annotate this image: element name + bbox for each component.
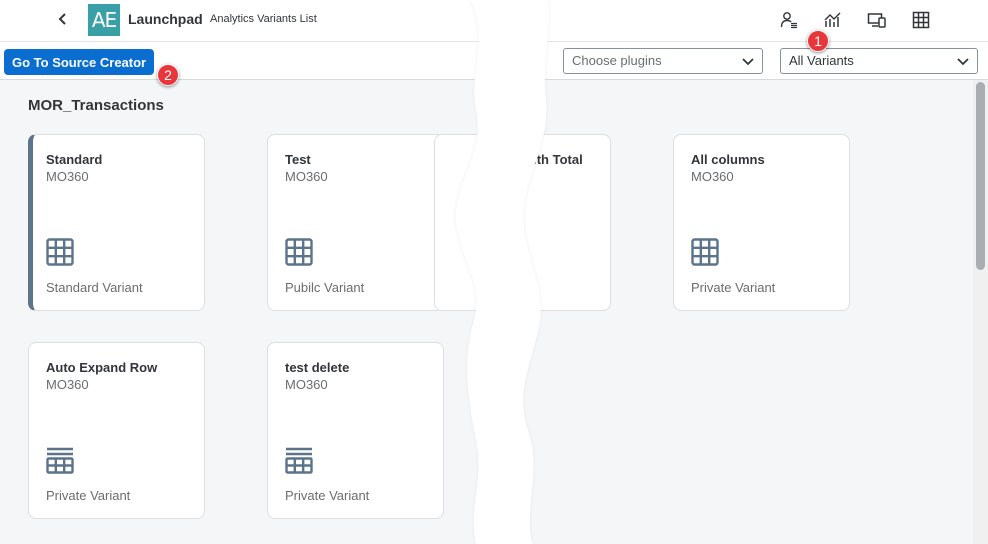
vertical-scrollbar[interactable]	[973, 80, 988, 544]
section-title: MOR_Transactions	[28, 97, 164, 114]
chevron-down-icon	[957, 58, 969, 66]
card-title: All columns	[691, 152, 765, 167]
card-subtitle: MO360	[46, 169, 89, 184]
chevron-down-icon	[742, 58, 754, 66]
card-footer: Private Variant	[46, 488, 131, 503]
variants-select[interactable]: All Variants	[780, 48, 978, 74]
card-subtitle: MO360	[285, 169, 328, 184]
card-title: Standard	[46, 152, 103, 167]
card-title: with Total	[523, 152, 583, 167]
table-icon	[285, 238, 313, 266]
variant-card-all-columns[interactable]: All columns MO360 Private Variant	[673, 134, 850, 311]
card-footer: Private Variant	[285, 488, 370, 503]
table-icon	[691, 238, 719, 266]
toolbar: Go To Source Creator Choose plugins All …	[0, 42, 988, 80]
variant-card-test-delete[interactable]: test delete MO360 Private Variant	[267, 342, 444, 519]
app-logo[interactable]: AE	[88, 4, 120, 36]
user-settings-icon	[780, 12, 797, 29]
list-table-icon	[285, 447, 313, 474]
variant-card-standard[interactable]: Standard MO360 Standard Variant	[28, 134, 205, 311]
card-footer: Standard Variant	[46, 280, 143, 295]
card-title: Test	[285, 152, 311, 167]
user-settings-button[interactable]	[778, 9, 800, 31]
card-subtitle: MO360	[691, 169, 734, 184]
back-icon	[58, 13, 66, 25]
variant-card-auto-expand-row[interactable]: Auto Expand Row MO360 Private Variant	[28, 342, 205, 519]
grid-icon	[912, 11, 930, 29]
plugins-select-placeholder: Choose plugins	[572, 53, 662, 68]
analytics-button[interactable]	[822, 9, 844, 31]
card-title: test delete	[285, 360, 350, 375]
plugins-select[interactable]: Choose plugins	[563, 48, 763, 74]
card-footer: Pubilc Variant	[285, 280, 365, 295]
analytics-icon	[824, 12, 841, 27]
annotation-badge-1: 1	[807, 30, 829, 52]
back-button[interactable]	[52, 8, 74, 30]
card-subtitle: MO360	[46, 377, 89, 392]
annotation-badge-2: 2	[157, 64, 179, 86]
variant-card-test[interactable]: Test MO360 Pubilc Variant	[267, 134, 444, 311]
card-title: Auto Expand Row	[46, 360, 158, 375]
table-icon	[46, 238, 74, 266]
variants-select-value: All Variants	[789, 53, 854, 68]
devices-icon	[867, 13, 886, 28]
go-to-source-creator-button[interactable]: Go To Source Creator	[4, 49, 155, 75]
app-subtitle: Analytics Variants List	[210, 13, 317, 25]
scrollbar-thumb[interactable]	[976, 82, 985, 270]
devices-button[interactable]	[866, 9, 888, 31]
card-subtitle: MO360	[285, 377, 328, 392]
grid-button[interactable]	[910, 9, 932, 31]
variant-card-with-total[interactable]: with Total	[434, 134, 611, 311]
card-footer: Private Variant	[691, 280, 776, 295]
list-table-icon	[46, 447, 74, 474]
shell-bar: AE Launchpad Analytics Variants List	[0, 0, 988, 42]
app-title: Launchpad	[128, 11, 203, 27]
